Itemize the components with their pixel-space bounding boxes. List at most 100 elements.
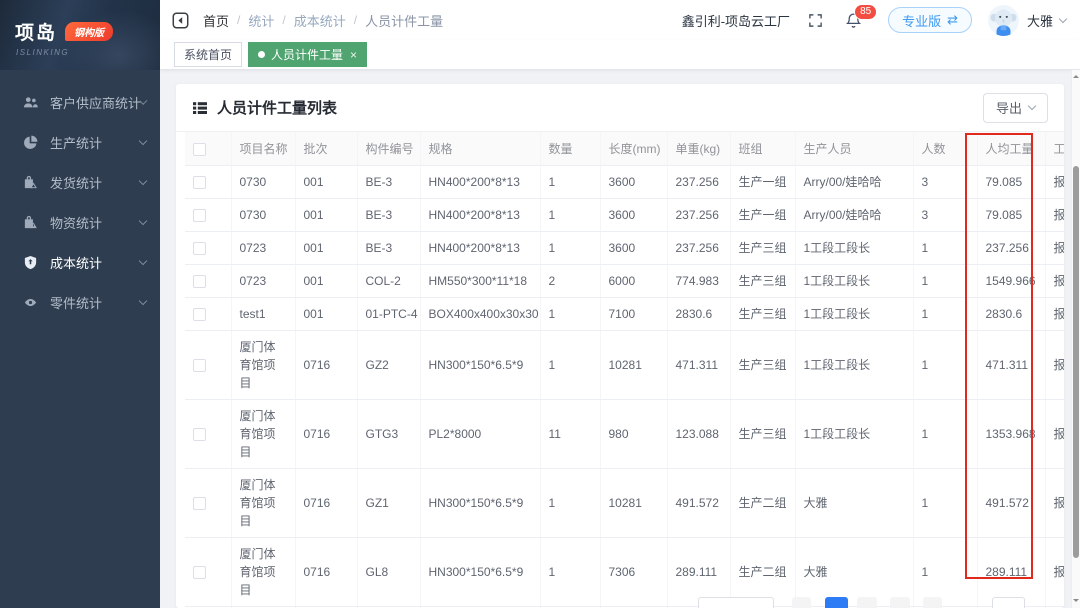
- cell-team: 生产三组: [730, 331, 795, 400]
- cell-spec: HN400*200*8*13: [420, 166, 540, 199]
- cell-unit-weight-kg: 471.311: [667, 331, 730, 400]
- cell-clipped: 报: [1045, 298, 1064, 331]
- export-button[interactable]: 导出: [983, 93, 1048, 123]
- table-row: 0730001BE-3HN400*200*8*1313600237.256生产一…: [185, 199, 1064, 232]
- tab-close-icon[interactable]: ×: [350, 49, 357, 61]
- users-icon: [22, 94, 38, 110]
- col-header-avg-workload[interactable]: 人均工量: [977, 132, 1045, 166]
- cell-people-count: 3: [913, 166, 977, 199]
- cell-clipped: 报: [1045, 538, 1064, 607]
- breadcrumb-item[interactable]: 统计: [248, 11, 274, 30]
- row-checkbox[interactable]: [193, 242, 206, 255]
- breadcrumb-item[interactable]: 成本统计: [294, 11, 346, 30]
- col-header-producers[interactable]: 生产人员: [795, 132, 913, 166]
- cell-component-no: BE-3: [357, 166, 420, 199]
- sidebar-item-materials[interactable]: 物资统计: [0, 202, 160, 242]
- cell-length-mm: 3600: [600, 199, 667, 232]
- tab-人员计件工量[interactable]: 人员计件工量×: [248, 42, 367, 67]
- vertical-scrollbar[interactable]: [1071, 70, 1080, 608]
- pagination-jump-input[interactable]: [992, 597, 1025, 608]
- cell-team: 生产三组: [730, 232, 795, 265]
- cell-quantity: 1: [540, 469, 600, 538]
- sidebar-item-parts[interactable]: 零件统计: [0, 282, 160, 322]
- cell-producers: 1工段工段长: [795, 400, 913, 469]
- breadcrumb-item[interactable]: 首页: [203, 11, 229, 30]
- user-menu-chevron-down-icon[interactable]: [1059, 14, 1067, 22]
- notification-bell-icon[interactable]: 85: [845, 12, 862, 29]
- select-all-checkbox[interactable]: [193, 143, 206, 156]
- pagination-page-button[interactable]: [857, 597, 877, 608]
- cell-avg-workload: 79.085: [977, 166, 1045, 199]
- cell-component-no: COL-2: [357, 265, 420, 298]
- cell-batch: 001: [295, 199, 357, 232]
- cell-length-mm: 7306: [600, 538, 667, 607]
- col-header-team[interactable]: 班组: [730, 132, 795, 166]
- cell-length-mm: 7100: [600, 298, 667, 331]
- cell-team: 生产一组: [730, 199, 795, 232]
- row-checkbox[interactable]: [193, 176, 206, 189]
- sidebar-item-label: 发货统计: [50, 173, 140, 192]
- shipping-bag-icon: [22, 174, 38, 190]
- breadcrumb-separator: /: [282, 13, 285, 27]
- col-header-quantity[interactable]: 数量: [540, 132, 600, 166]
- cell-unit-weight-kg: 237.256: [667, 232, 730, 265]
- fullscreen-icon[interactable]: [808, 13, 823, 28]
- cell-clipped: 报: [1045, 331, 1064, 400]
- sidebar-collapse-icon[interactable]: [172, 12, 189, 29]
- cell-spec: HN300*150*6.5*9: [420, 331, 540, 400]
- pagination-page-button[interactable]: [890, 597, 910, 608]
- col-header-people-count[interactable]: 人数: [913, 132, 977, 166]
- content-area: 人员计件工量列表 导出 项目名称批次构件编号规格数量长度(mm)单重(kg)班组…: [160, 71, 1072, 608]
- sidebar-item-cost[interactable]: 成本统计: [0, 242, 160, 282]
- pagination-prev-button[interactable]: [792, 597, 811, 608]
- username[interactable]: 大雅: [1027, 11, 1053, 30]
- avatar[interactable]: [988, 5, 1019, 36]
- cell-unit-weight-kg: 237.256: [667, 199, 730, 232]
- piecework-table: 项目名称批次构件编号规格数量长度(mm)单重(kg)班组生产人员人数人均工量工 …: [185, 132, 1064, 608]
- vertical-scrollbar-thumb[interactable]: [1073, 166, 1079, 558]
- pagination-next-button[interactable]: [923, 597, 942, 608]
- tabs-bar: 系统首页人员计件工量×: [160, 40, 1080, 70]
- scroll-down-arrow-icon[interactable]: [1073, 599, 1079, 605]
- scroll-up-arrow-icon[interactable]: [1073, 72, 1079, 78]
- cell-people-count: 1: [913, 298, 977, 331]
- sidebar-item-production[interactable]: 生产统计: [0, 122, 160, 162]
- panel-card: 人员计件工量列表 导出 项目名称批次构件编号规格数量长度(mm)单重(kg)班组…: [176, 84, 1064, 608]
- col-header-component-no[interactable]: 构件编号: [357, 132, 420, 166]
- breadcrumb-separator: /: [237, 13, 240, 27]
- cell-batch: 0716: [295, 400, 357, 469]
- cell-quantity: 1: [540, 331, 600, 400]
- sidebar-item-shipping[interactable]: 发货统计: [0, 162, 160, 202]
- company-name[interactable]: 鑫引利-项岛云工厂: [682, 11, 790, 30]
- row-checkbox[interactable]: [193, 275, 206, 288]
- col-header-unit-weight-kg[interactable]: 单重(kg): [667, 132, 730, 166]
- table-header-row: 项目名称批次构件编号规格数量长度(mm)单重(kg)班组生产人员人数人均工量工: [185, 132, 1064, 166]
- cell-unit-weight-kg: 774.983: [667, 265, 730, 298]
- row-checkbox[interactable]: [193, 209, 206, 222]
- col-header-project-name[interactable]: 项目名称: [231, 132, 295, 166]
- cell-project-name: 0730: [231, 166, 295, 199]
- plan-switch-button[interactable]: 专业版 ⇄: [888, 7, 972, 33]
- cell-avg-workload: 471.311: [977, 331, 1045, 400]
- page-size-select[interactable]: [698, 597, 774, 608]
- row-checkbox[interactable]: [193, 566, 206, 579]
- row-select-cell: [185, 265, 231, 298]
- cell-project-name: 厦门体育馆项目: [231, 331, 295, 400]
- row-checkbox[interactable]: [193, 308, 206, 321]
- col-header-batch[interactable]: 批次: [295, 132, 357, 166]
- col-header-spec[interactable]: 规格: [420, 132, 540, 166]
- pagination-active-page-button[interactable]: [825, 597, 848, 608]
- row-select-cell: [185, 232, 231, 265]
- cell-people-count: 1: [913, 469, 977, 538]
- cell-avg-workload: 1549.966: [977, 265, 1045, 298]
- row-select-cell: [185, 166, 231, 199]
- row-checkbox[interactable]: [193, 428, 206, 441]
- row-select-cell: [185, 469, 231, 538]
- row-checkbox[interactable]: [193, 359, 206, 372]
- row-checkbox[interactable]: [193, 497, 206, 510]
- sidebar-item-customers-suppliers[interactable]: 客户供应商统计: [0, 82, 160, 122]
- col-header-length-mm[interactable]: 长度(mm): [600, 132, 667, 166]
- pie-chart-icon: [22, 134, 38, 150]
- tab-label: 系统首页: [184, 46, 232, 63]
- tab-系统首页[interactable]: 系统首页: [174, 42, 242, 67]
